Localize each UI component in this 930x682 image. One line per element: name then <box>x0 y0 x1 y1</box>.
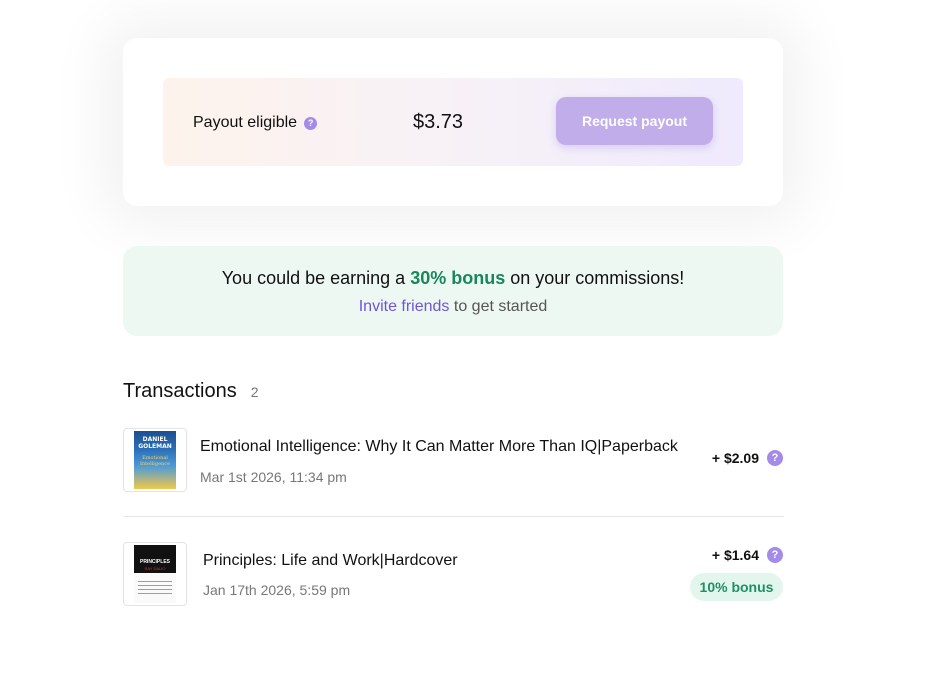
bonus-prefix: You could be earning a <box>221 268 411 288</box>
payout-panel: Payout eligible ? $3.73 Request payout <box>163 78 743 166</box>
amount-value: + $1.64 <box>711 547 759 563</box>
payout-card: Payout eligible ? $3.73 Request payout <box>123 38 783 206</box>
bonus-message: You could be earning a 30% bonus on your… <box>123 268 783 289</box>
question-mark-icon[interactable]: ? <box>767 450 783 466</box>
question-mark-icon[interactable]: ? <box>304 116 318 130</box>
bonus-percentage: 30% bonus <box>410 268 506 288</box>
transaction-date: Mar 1st 2026, 11:34 pm <box>200 469 347 485</box>
invite-message: Invite friends to get started <box>123 298 783 316</box>
transaction-title[interactable]: Emotional Intelligence: Why It Can Matte… <box>200 438 678 456</box>
book-cover-image: PRINCIPLES RAY DALIO <box>134 545 176 603</box>
cover-author: DANIEL GOLEMAN <box>138 436 172 450</box>
transactions-header: Transactions 2 <box>123 380 259 403</box>
cover-text-lines <box>138 581 172 595</box>
book-cover-thumbnail[interactable]: DANIEL GOLEMAN Emotional Intelligence <box>123 428 187 492</box>
invite-suffix: to get started <box>449 298 548 315</box>
amount-value: + $2.09 <box>711 450 759 466</box>
cover-author: RAY DALIO <box>144 566 166 571</box>
question-mark-icon[interactable]: ? <box>767 547 783 563</box>
bonus-suffix: on your commissions! <box>505 268 685 288</box>
request-payout-button[interactable]: Request payout <box>556 97 713 145</box>
transaction-date: Jan 17th 2026, 5:59 pm <box>203 582 351 598</box>
cover-title: Emotional Intelligence <box>139 455 171 467</box>
bonus-banner: You could be earning a 30% bonus on your… <box>123 246 783 336</box>
transactions-count: 2 <box>250 384 259 400</box>
row-divider <box>123 516 784 517</box>
transaction-row[interactable]: DANIEL GOLEMAN Emotional Intelligence Em… <box>123 428 783 492</box>
transaction-amount: + $1.64 ? <box>712 547 783 563</box>
payout-eligible-label: Payout eligible <box>193 114 298 131</box>
cover-title: PRINCIPLES <box>139 559 170 565</box>
transaction-row[interactable]: PRINCIPLES RAY DALIO Principles: Life an… <box>123 542 783 606</box>
transactions-title: Transactions <box>123 380 237 402</box>
transaction-amount: + $2.09 ? <box>712 450 783 466</box>
invite-friends-link[interactable]: Invite friends <box>359 298 450 315</box>
payout-label-group: Payout eligible ? <box>193 114 318 132</box>
payout-amount: $3.73 <box>413 111 464 133</box>
transaction-title[interactable]: Principles: Life and Work|Hardcover <box>203 552 458 570</box>
book-cover-image: DANIEL GOLEMAN Emotional Intelligence <box>134 431 176 489</box>
bonus-badge: 10% bonus <box>690 573 783 601</box>
book-cover-thumbnail[interactable]: PRINCIPLES RAY DALIO <box>123 542 187 606</box>
